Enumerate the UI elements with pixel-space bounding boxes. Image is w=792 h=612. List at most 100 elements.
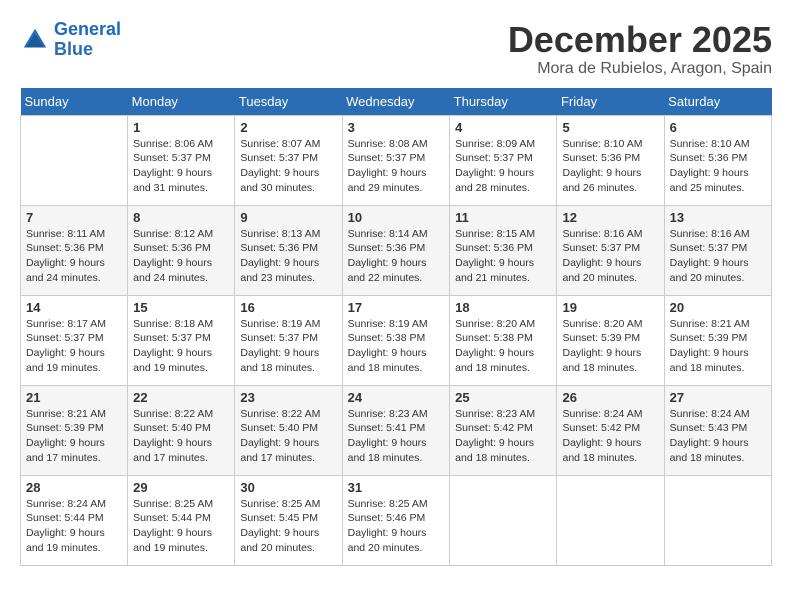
calendar-table: SundayMondayTuesdayWednesdayThursdayFrid… xyxy=(20,88,772,566)
day-info: Sunrise: 8:20 AM Sunset: 5:38 PM Dayligh… xyxy=(455,317,551,376)
day-number: 23 xyxy=(240,390,336,405)
month-title: December 2025 xyxy=(508,20,772,60)
day-info: Sunrise: 8:21 AM Sunset: 5:39 PM Dayligh… xyxy=(670,317,766,376)
day-number: 9 xyxy=(240,210,336,225)
day-info: Sunrise: 8:23 AM Sunset: 5:41 PM Dayligh… xyxy=(348,407,445,466)
logo-line2: Blue xyxy=(54,39,93,59)
day-number: 30 xyxy=(240,480,336,495)
calendar-cell: 28 Sunrise: 8:24 AM Sunset: 5:44 PM Dayli… xyxy=(21,475,128,565)
day-number: 1 xyxy=(133,120,229,135)
header-friday: Friday xyxy=(557,88,664,116)
calendar-cell xyxy=(21,115,128,205)
day-info: Sunrise: 8:22 AM Sunset: 5:40 PM Dayligh… xyxy=(133,407,229,466)
day-info: Sunrise: 8:08 AM Sunset: 5:37 PM Dayligh… xyxy=(348,137,445,196)
day-info: Sunrise: 8:11 AM Sunset: 5:36 PM Dayligh… xyxy=(26,227,122,286)
calendar-cell: 17Sunrise: 8:19 AM Sunset: 5:38 PM Dayli… xyxy=(342,295,450,385)
calendar-cell: 4 Sunrise: 8:09 AM Sunset: 5:37 PM Daylig… xyxy=(450,115,557,205)
calendar-cell: 20 Sunrise: 8:21 AM Sunset: 5:39 PM Dayli… xyxy=(664,295,771,385)
day-number: 14 xyxy=(26,300,122,315)
calendar-cell: 15Sunrise: 8:18 AM Sunset: 5:37 PM Dayli… xyxy=(128,295,235,385)
calendar-cell: 12Sunrise: 8:16 AM Sunset: 5:37 PM Dayli… xyxy=(557,205,664,295)
calendar-cell: 18 Sunrise: 8:20 AM Sunset: 5:38 PM Dayli… xyxy=(450,295,557,385)
calendar-week-row: 14Sunrise: 8:17 AM Sunset: 5:37 PM Dayli… xyxy=(21,295,772,385)
day-info: Sunrise: 8:20 AM Sunset: 5:39 PM Dayligh… xyxy=(562,317,658,376)
day-number: 12 xyxy=(562,210,658,225)
calendar-week-row: 1 Sunrise: 8:06 AM Sunset: 5:37 PM Daylig… xyxy=(21,115,772,205)
day-info: Sunrise: 8:19 AM Sunset: 5:37 PM Dayligh… xyxy=(240,317,336,376)
calendar-cell: 31Sunrise: 8:25 AM Sunset: 5:46 PM Dayli… xyxy=(342,475,450,565)
day-number: 28 xyxy=(26,480,122,495)
day-number: 22 xyxy=(133,390,229,405)
logo-line1: General xyxy=(54,19,121,39)
day-number: 19 xyxy=(562,300,658,315)
day-number: 8 xyxy=(133,210,229,225)
day-number: 2 xyxy=(240,120,336,135)
header-wednesday: Wednesday xyxy=(342,88,450,116)
day-info: Sunrise: 8:16 AM Sunset: 5:37 PM Dayligh… xyxy=(670,227,766,286)
logo-text: General Blue xyxy=(54,20,121,60)
header-saturday: Saturday xyxy=(664,88,771,116)
calendar-cell: 13 Sunrise: 8:16 AM Sunset: 5:37 PM Dayli… xyxy=(664,205,771,295)
day-number: 13 xyxy=(670,210,766,225)
day-info: Sunrise: 8:06 AM Sunset: 5:37 PM Dayligh… xyxy=(133,137,229,196)
calendar-header-row: SundayMondayTuesdayWednesdayThursdayFrid… xyxy=(21,88,772,116)
day-info: Sunrise: 8:25 AM Sunset: 5:46 PM Dayligh… xyxy=(348,497,445,556)
day-number: 3 xyxy=(348,120,445,135)
calendar-cell: 25Sunrise: 8:23 AM Sunset: 5:42 PM Dayli… xyxy=(450,385,557,475)
calendar-cell: 5 Sunrise: 8:10 AM Sunset: 5:36 PM Daylig… xyxy=(557,115,664,205)
header-tuesday: Tuesday xyxy=(235,88,342,116)
day-number: 4 xyxy=(455,120,551,135)
day-info: Sunrise: 8:07 AM Sunset: 5:37 PM Dayligh… xyxy=(240,137,336,196)
calendar-cell xyxy=(557,475,664,565)
day-info: Sunrise: 8:19 AM Sunset: 5:38 PM Dayligh… xyxy=(348,317,445,376)
calendar-week-row: 28 Sunrise: 8:24 AM Sunset: 5:44 PM Dayli… xyxy=(21,475,772,565)
day-info: Sunrise: 8:25 AM Sunset: 5:44 PM Dayligh… xyxy=(133,497,229,556)
day-number: 11 xyxy=(455,210,551,225)
logo: General Blue xyxy=(20,20,121,60)
day-info: Sunrise: 8:24 AM Sunset: 5:42 PM Dayligh… xyxy=(562,407,658,466)
calendar-cell: 1 Sunrise: 8:06 AM Sunset: 5:37 PM Daylig… xyxy=(128,115,235,205)
page-header: General Blue December 2025 Mora de Rubie… xyxy=(20,20,772,78)
day-number: 29 xyxy=(133,480,229,495)
day-number: 18 xyxy=(455,300,551,315)
day-number: 20 xyxy=(670,300,766,315)
day-info: Sunrise: 8:09 AM Sunset: 5:37 PM Dayligh… xyxy=(455,137,551,196)
calendar-week-row: 7 Sunrise: 8:11 AM Sunset: 5:36 PM Daylig… xyxy=(21,205,772,295)
calendar-cell xyxy=(664,475,771,565)
calendar-cell: 7 Sunrise: 8:11 AM Sunset: 5:36 PM Daylig… xyxy=(21,205,128,295)
day-number: 6 xyxy=(670,120,766,135)
logo-icon xyxy=(20,25,50,55)
day-info: Sunrise: 8:10 AM Sunset: 5:36 PM Dayligh… xyxy=(670,137,766,196)
day-info: Sunrise: 8:24 AM Sunset: 5:44 PM Dayligh… xyxy=(26,497,122,556)
calendar-week-row: 21 Sunrise: 8:21 AM Sunset: 5:39 PM Dayli… xyxy=(21,385,772,475)
day-info: Sunrise: 8:25 AM Sunset: 5:45 PM Dayligh… xyxy=(240,497,336,556)
calendar-cell: 27Sunrise: 8:24 AM Sunset: 5:43 PM Dayli… xyxy=(664,385,771,475)
day-info: Sunrise: 8:22 AM Sunset: 5:40 PM Dayligh… xyxy=(240,407,336,466)
day-info: Sunrise: 8:18 AM Sunset: 5:37 PM Dayligh… xyxy=(133,317,229,376)
day-info: Sunrise: 8:21 AM Sunset: 5:39 PM Dayligh… xyxy=(26,407,122,466)
location-title: Mora de Rubielos, Aragon, Spain xyxy=(508,60,772,78)
header-thursday: Thursday xyxy=(450,88,557,116)
calendar-cell: 26Sunrise: 8:24 AM Sunset: 5:42 PM Dayli… xyxy=(557,385,664,475)
calendar-cell: 14Sunrise: 8:17 AM Sunset: 5:37 PM Dayli… xyxy=(21,295,128,385)
day-number: 27 xyxy=(670,390,766,405)
day-number: 21 xyxy=(26,390,122,405)
day-info: Sunrise: 8:10 AM Sunset: 5:36 PM Dayligh… xyxy=(562,137,658,196)
day-number: 5 xyxy=(562,120,658,135)
calendar-cell: 21 Sunrise: 8:21 AM Sunset: 5:39 PM Dayli… xyxy=(21,385,128,475)
calendar-cell: 24Sunrise: 8:23 AM Sunset: 5:41 PM Dayli… xyxy=(342,385,450,475)
day-info: Sunrise: 8:14 AM Sunset: 5:36 PM Dayligh… xyxy=(348,227,445,286)
day-info: Sunrise: 8:23 AM Sunset: 5:42 PM Dayligh… xyxy=(455,407,551,466)
calendar-cell: 2 Sunrise: 8:07 AM Sunset: 5:37 PM Daylig… xyxy=(235,115,342,205)
calendar-cell: 16Sunrise: 8:19 AM Sunset: 5:37 PM Dayli… xyxy=(235,295,342,385)
calendar-cell: 11 Sunrise: 8:15 AM Sunset: 5:36 PM Dayli… xyxy=(450,205,557,295)
day-info: Sunrise: 8:12 AM Sunset: 5:36 PM Dayligh… xyxy=(133,227,229,286)
calendar-cell: 3 Sunrise: 8:08 AM Sunset: 5:37 PM Daylig… xyxy=(342,115,450,205)
header-sunday: Sunday xyxy=(21,88,128,116)
calendar-cell: 10Sunrise: 8:14 AM Sunset: 5:36 PM Dayli… xyxy=(342,205,450,295)
day-info: Sunrise: 8:15 AM Sunset: 5:36 PM Dayligh… xyxy=(455,227,551,286)
day-number: 7 xyxy=(26,210,122,225)
day-info: Sunrise: 8:13 AM Sunset: 5:36 PM Dayligh… xyxy=(240,227,336,286)
header-monday: Monday xyxy=(128,88,235,116)
calendar-cell: 6 Sunrise: 8:10 AM Sunset: 5:36 PM Daylig… xyxy=(664,115,771,205)
